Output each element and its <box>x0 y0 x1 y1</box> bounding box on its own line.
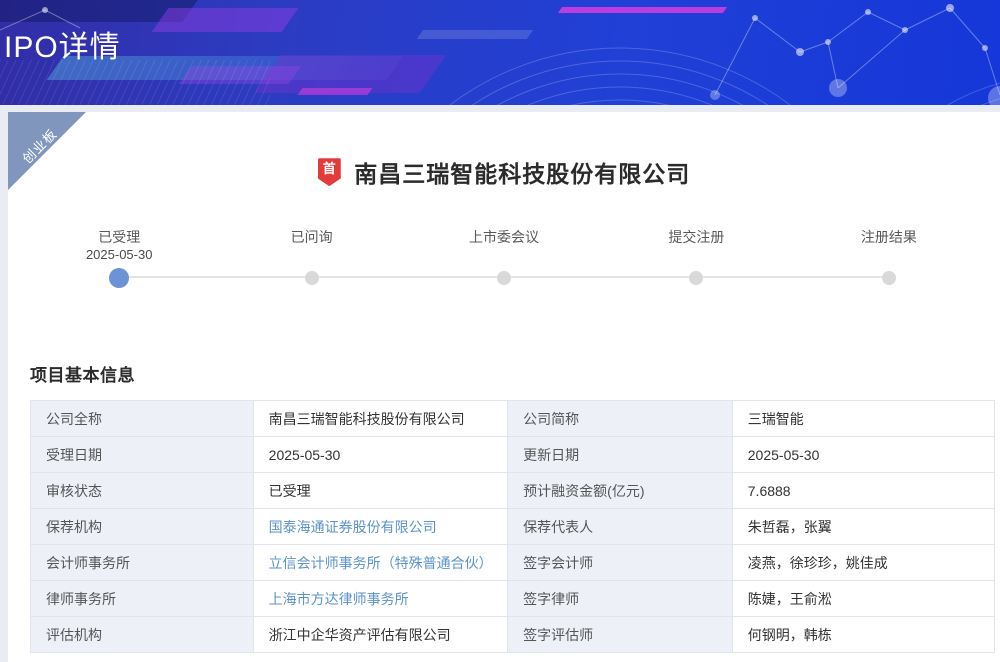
step-date: 2025-05-30 <box>23 247 215 267</box>
field-value: 朱哲磊，张翼 <box>732 509 994 545</box>
section-title: 项目基本信息 <box>30 361 1000 386</box>
field-value: 南昌三瑞智能科技股份有限公司 <box>253 401 507 437</box>
step-label: 已受理 <box>23 227 215 245</box>
company-header: 首 南昌三瑞智能科技股份有限公司 <box>8 155 1000 189</box>
ipo-progress-stepper: 已受理 2025-05-30 已问询 上市委会议 提交注册 注册结果 <box>23 227 985 289</box>
project-info-table: 公司全称 南昌三瑞智能科技股份有限公司 公司简称 三瑞智能 受理日期 2025-… <box>30 400 995 653</box>
step-submit-registration: 提交注册 <box>600 227 792 289</box>
step-accepted: 已受理 2025-05-30 <box>23 227 215 289</box>
field-value: 2025-05-30 <box>253 437 507 473</box>
field-value: 凌燕，徐珍珍，姚佳成 <box>732 545 994 581</box>
content-card: 创业板 首 南昌三瑞智能科技股份有限公司 已受理 2025-05-30 已问询 … <box>8 112 1000 662</box>
field-label: 签字会计师 <box>508 545 733 581</box>
step-label: 提交注册 <box>600 227 792 245</box>
field-label: 律师事务所 <box>31 581 254 617</box>
step-date <box>408 247 600 267</box>
step-dot-active <box>109 268 129 288</box>
table-row: 律师事务所 上海市方达律师事务所 签字律师 陈婕，王俞淞 <box>31 581 995 617</box>
banner-network-graphic <box>0 0 1000 105</box>
field-value: 2025-05-30 <box>732 437 994 473</box>
field-label: 预计融资金额(亿元) <box>508 473 733 509</box>
field-label: 审核状态 <box>31 473 254 509</box>
field-value: 已受理 <box>253 473 507 509</box>
field-value: 7.6888 <box>732 473 994 509</box>
step-date <box>215 247 407 267</box>
table-row: 评估机构 浙江中企华资产评估有限公司 签字评估师 何钢明，韩栋 <box>31 617 995 653</box>
step-dot <box>689 271 703 285</box>
table-row: 保荐机构 国泰海通证券股份有限公司 保荐代表人 朱哲磊，张翼 <box>31 509 995 545</box>
step-dot <box>305 271 319 285</box>
accounting-firm-link[interactable]: 立信会计师事务所（特殊普通合伙） <box>253 545 507 581</box>
field-value: 何钢明，韩栋 <box>732 617 994 653</box>
page-banner: IPO详情 <box>0 0 1000 105</box>
sponsor-link[interactable]: 国泰海通证券股份有限公司 <box>253 509 507 545</box>
law-firm-link[interactable]: 上海市方达律师事务所 <box>253 581 507 617</box>
field-label: 会计师事务所 <box>31 545 254 581</box>
field-label: 公司全称 <box>31 401 254 437</box>
step-date <box>600 247 792 267</box>
step-registration-result: 注册结果 <box>793 227 985 289</box>
field-label: 保荐代表人 <box>508 509 733 545</box>
table-row: 公司全称 南昌三瑞智能科技股份有限公司 公司简称 三瑞智能 <box>31 401 995 437</box>
table-row: 审核状态 已受理 预计融资金额(亿元) 7.6888 <box>31 473 995 509</box>
field-label: 签字评估师 <box>508 617 733 653</box>
field-value: 陈婕，王俞淞 <box>732 581 994 617</box>
field-value: 三瑞智能 <box>732 401 994 437</box>
table-row: 受理日期 2025-05-30 更新日期 2025-05-30 <box>31 437 995 473</box>
field-label: 受理日期 <box>31 437 254 473</box>
step-date <box>793 247 985 267</box>
step-dot <box>497 271 511 285</box>
field-label: 保荐机构 <box>31 509 254 545</box>
table-row: 会计师事务所 立信会计师事务所（特殊普通合伙） 签字会计师 凌燕，徐珍珍，姚佳成 <box>31 545 995 581</box>
page-title: IPO详情 <box>4 22 121 66</box>
field-label: 评估机构 <box>31 617 254 653</box>
step-label: 已问询 <box>215 227 407 245</box>
field-label: 公司简称 <box>508 401 733 437</box>
field-label: 签字律师 <box>508 581 733 617</box>
step-dot <box>882 271 896 285</box>
step-label: 注册结果 <box>793 227 985 245</box>
step-inquired: 已问询 <box>215 227 407 289</box>
field-value: 浙江中企华资产评估有限公司 <box>253 617 507 653</box>
first-issue-badge-icon: 首 <box>318 158 341 186</box>
company-name: 南昌三瑞智能科技股份有限公司 <box>354 155 690 189</box>
step-label: 上市委会议 <box>408 227 600 245</box>
step-listing-committee: 上市委会议 <box>408 227 600 289</box>
field-label: 更新日期 <box>508 437 733 473</box>
